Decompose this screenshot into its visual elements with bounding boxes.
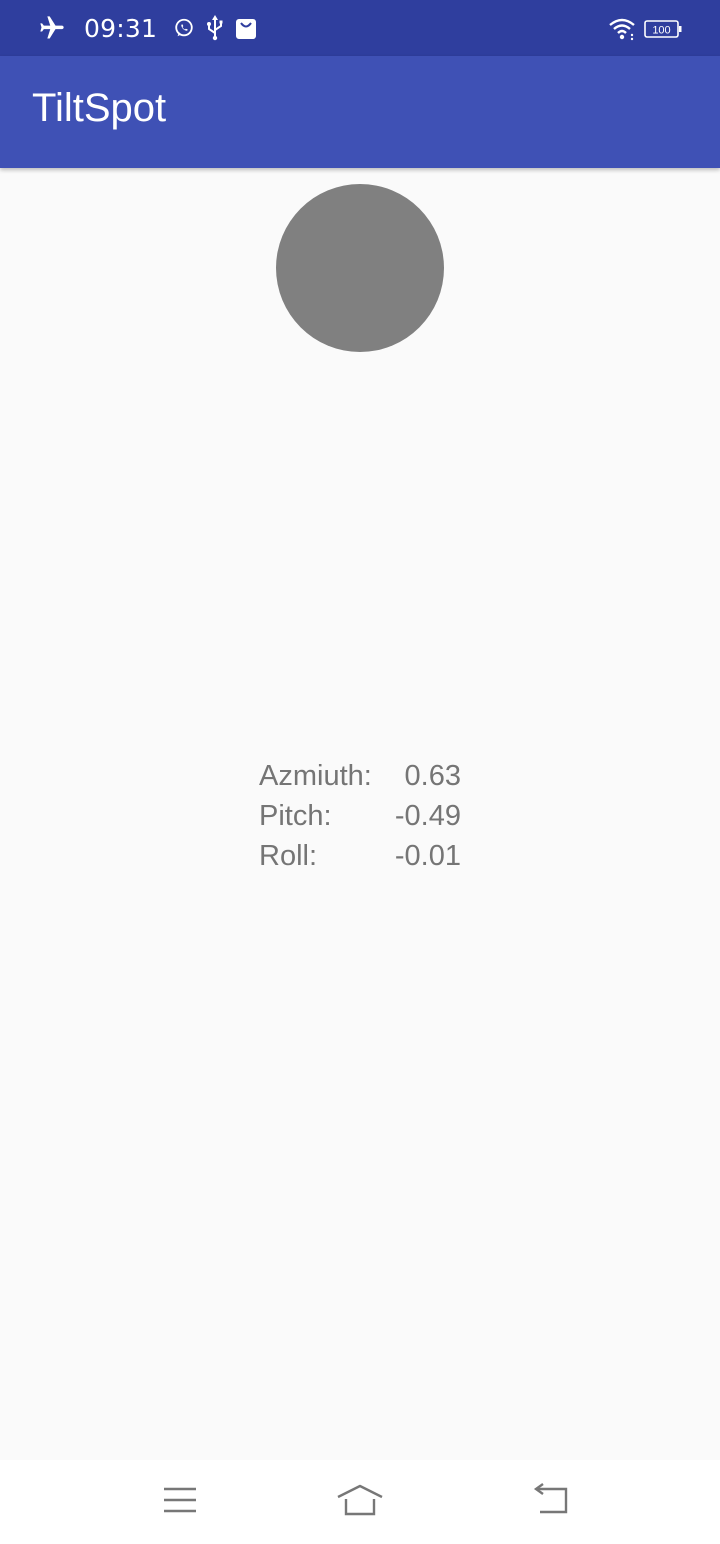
- shopping-bag-icon: [235, 16, 257, 40]
- status-time: 09:31: [84, 13, 158, 43]
- navigation-bar: [0, 1460, 720, 1544]
- azimuth-label: Azmiuth:: [259, 760, 372, 792]
- status-right: 100: [608, 14, 682, 44]
- tilt-spot: [276, 184, 444, 352]
- back-button[interactable]: [527, 1480, 573, 1520]
- roll-value: -0.01: [394, 840, 461, 872]
- azimuth-row: Azmiuth: 0.63: [259, 756, 463, 796]
- wifi-icon: [608, 17, 636, 41]
- home-button[interactable]: [335, 1480, 385, 1520]
- back-icon: [533, 1483, 568, 1514]
- orientation-readings: Azmiuth: 0.63 Pitch: -0.49 Roll: -0.01: [259, 756, 463, 876]
- battery-icon: 100: [644, 19, 682, 39]
- airplane-mode-icon: [38, 14, 66, 42]
- menu-button[interactable]: [157, 1480, 203, 1520]
- app-bar: TiltSpot: [0, 56, 720, 168]
- battery-level: 100: [652, 25, 670, 37]
- app-title: TiltSpot: [32, 86, 167, 130]
- pitch-row: Pitch: -0.49: [259, 796, 463, 836]
- whatsapp-icon: [173, 17, 195, 39]
- status-left: 09:31: [38, 12, 267, 44]
- screen: 09:31 100 TiltSpot Azmiuth: 0.63 Pitch: …: [0, 0, 720, 1544]
- roll-row: Roll: -0.01: [259, 836, 463, 876]
- status-bar: 09:31 100: [0, 0, 720, 56]
- pitch-label: Pitch:: [259, 800, 332, 832]
- pitch-value: -0.49: [394, 800, 461, 832]
- home-icon: [337, 1484, 383, 1516]
- roll-label: Roll:: [259, 840, 318, 872]
- menu-icon: [164, 1487, 196, 1513]
- usb-icon: [205, 15, 225, 41]
- azimuth-value: 0.63: [404, 760, 461, 792]
